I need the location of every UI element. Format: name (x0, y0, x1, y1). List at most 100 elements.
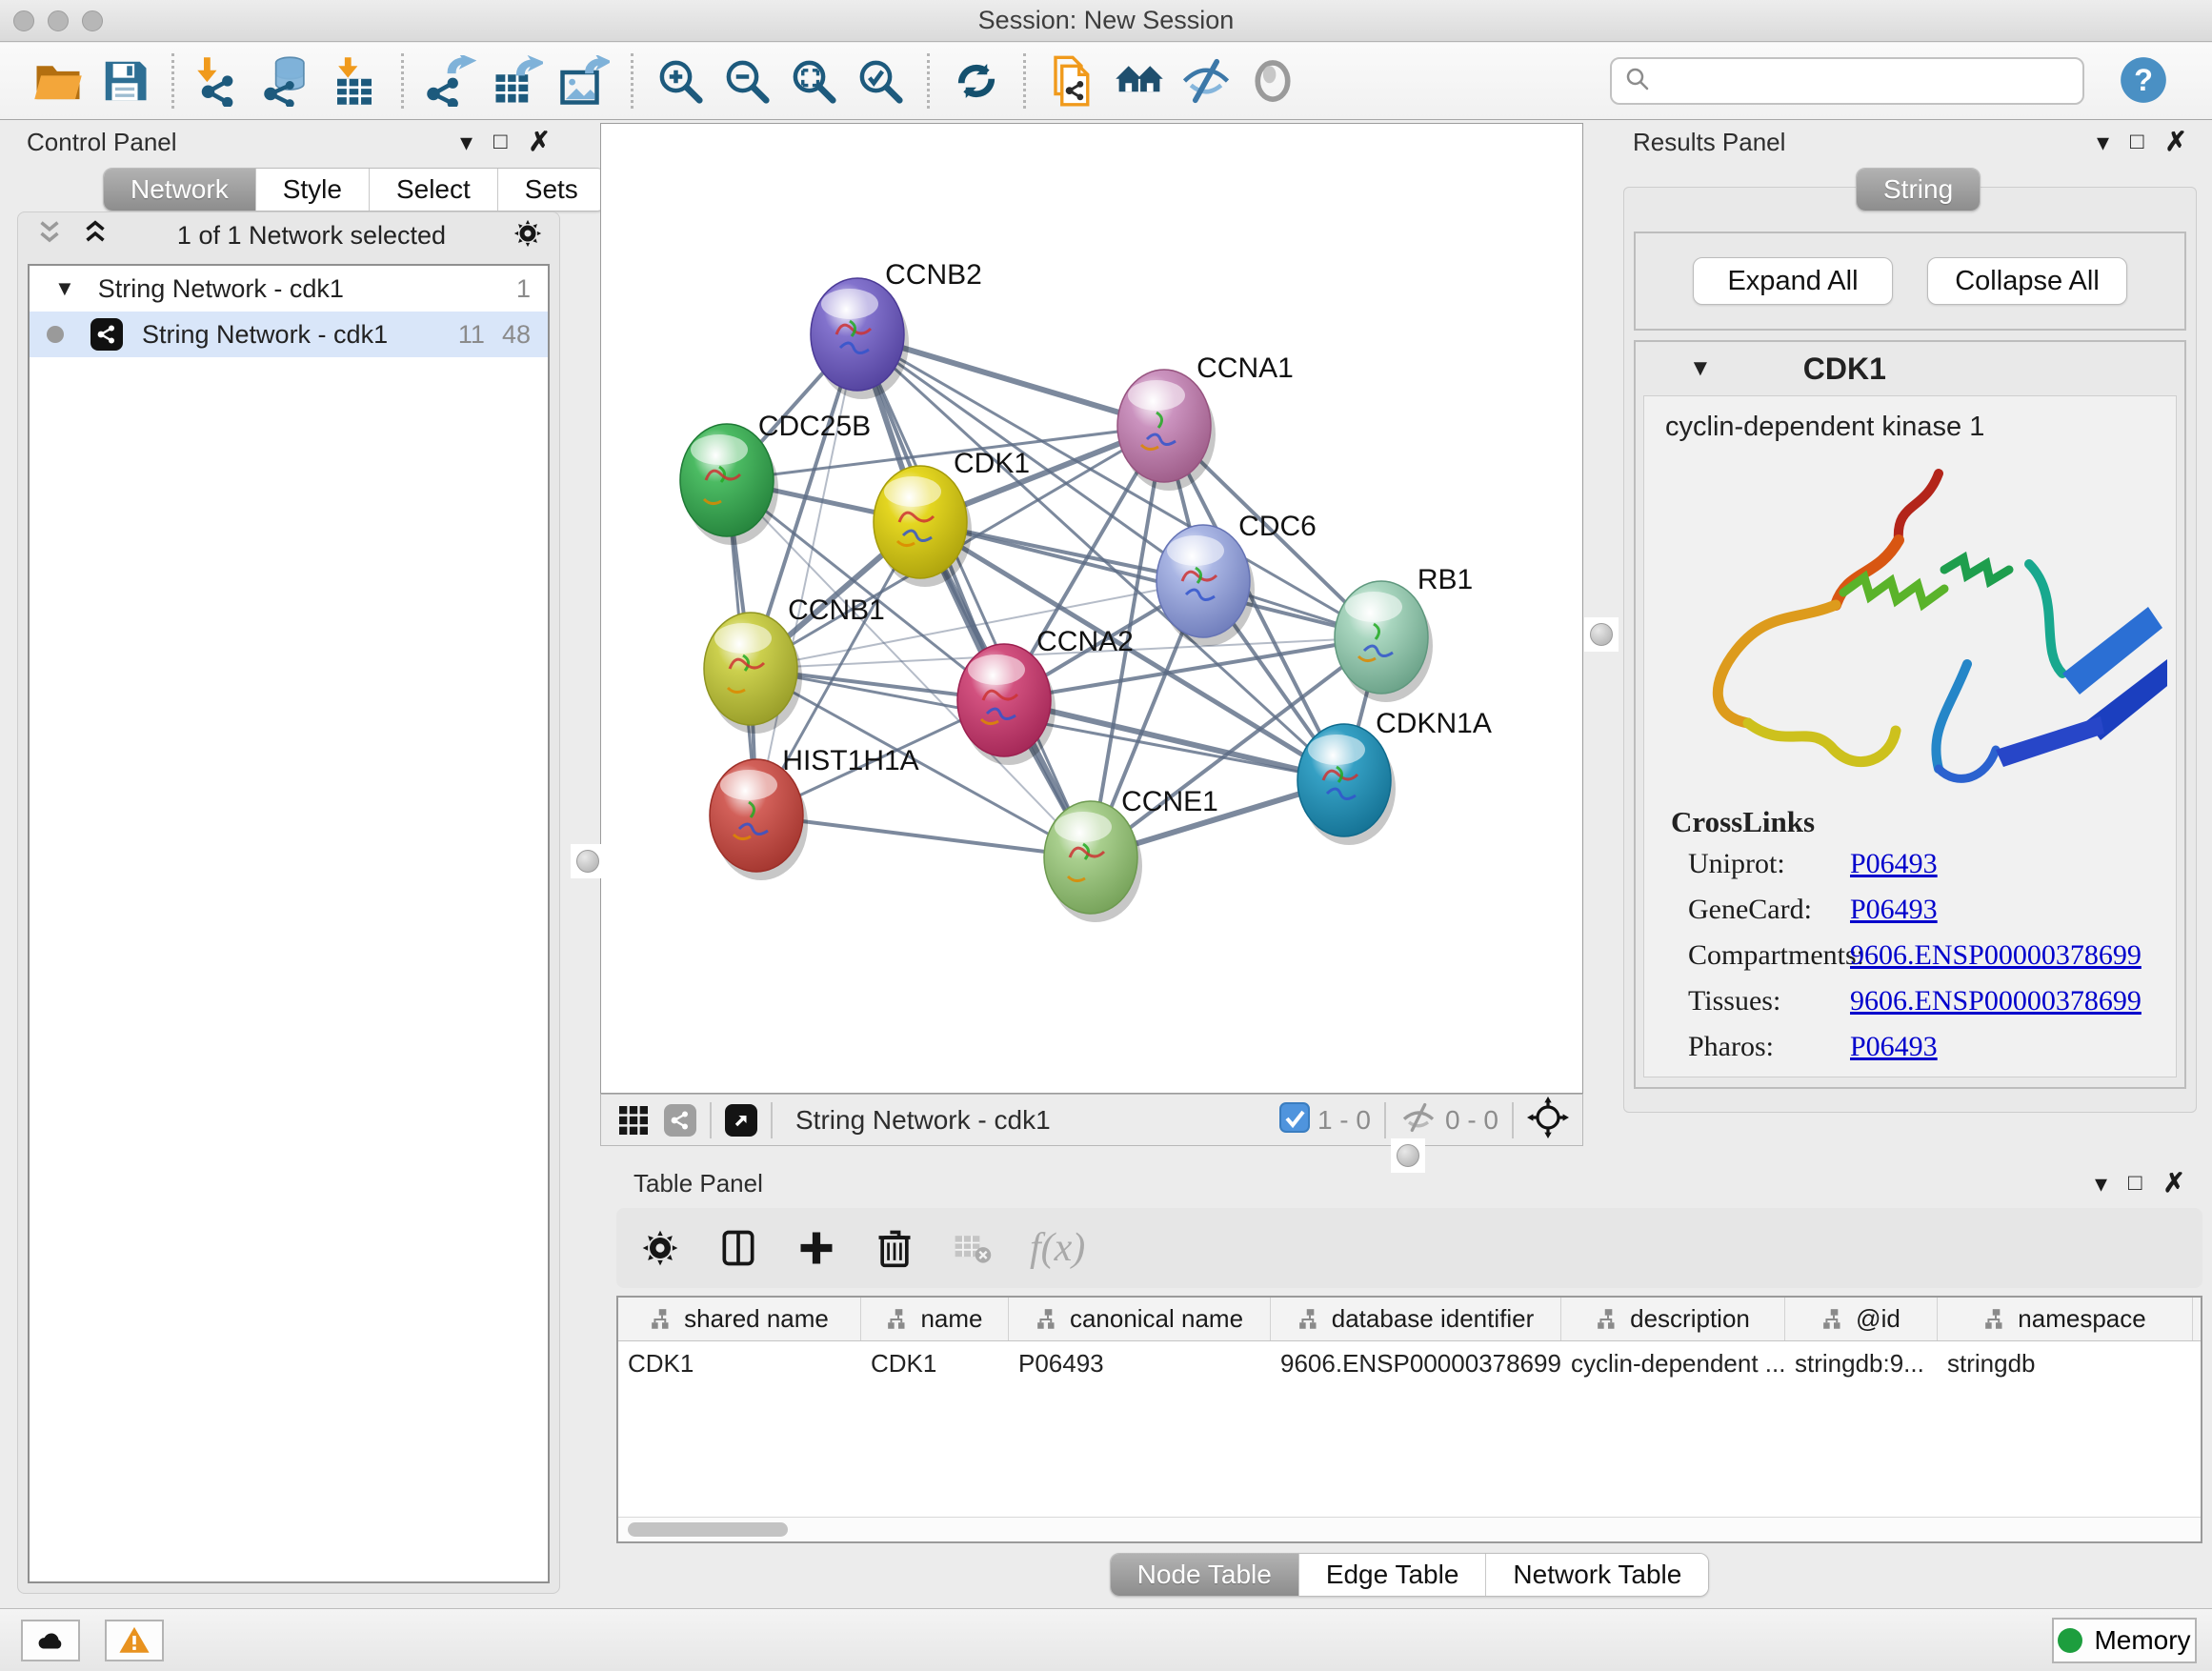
scrollbar-thumb[interactable] (628, 1522, 788, 1537)
column-header-canonical-name[interactable]: canonical name (1009, 1298, 1271, 1340)
close-panel-icon[interactable]: ✗ (2163, 1170, 2185, 1197)
network-collection-row[interactable]: ▼ String Network - cdk1 1 (30, 266, 548, 312)
table-cell: cyclin-dependent ... (1561, 1341, 1785, 1385)
save-session-button[interactable] (91, 50, 158, 111)
show-columns-button[interactable] (717, 1227, 759, 1269)
collapse-all-networks-icon[interactable] (33, 217, 66, 254)
selected-checkbox-icon[interactable] (1279, 1102, 1310, 1137)
open-session-button[interactable] (25, 50, 91, 111)
import-network-file-button[interactable] (188, 50, 254, 111)
column-header-name[interactable]: name (861, 1298, 1009, 1340)
crosslink-link[interactable]: 9606.ENSP00000378699 (1850, 939, 2142, 972)
tab-style[interactable]: Style (256, 169, 370, 211)
toolbar-separator (171, 53, 174, 109)
import-table-button[interactable] (321, 50, 388, 111)
birdseye-toggle-button[interactable] (1239, 50, 1306, 111)
splitter-handle[interactable] (571, 844, 605, 878)
network-row[interactable]: String Network - cdk1 11 48 (30, 312, 548, 357)
horizontal-scrollbar[interactable] (618, 1517, 2201, 1541)
node-CCNB2[interactable] (811, 278, 909, 399)
node-label-CCNB2: CCNB2 (885, 259, 982, 291)
node-HIST1H1A[interactable] (710, 759, 808, 880)
column-header-shared-name[interactable]: shared name (618, 1298, 861, 1340)
search-input[interactable] (1659, 67, 2071, 96)
tab-node-table[interactable]: Node Table (1111, 1554, 1299, 1596)
node-RB1[interactable] (1335, 581, 1433, 702)
crosslink-link[interactable]: P06493 (1850, 894, 1938, 926)
expand-all-networks-icon[interactable] (79, 217, 111, 254)
zoom-selected-button[interactable] (847, 50, 914, 111)
string-import-button[interactable] (1039, 50, 1106, 111)
memory-button[interactable]: Memory (2052, 1618, 2197, 1663)
close-panel-icon[interactable]: ✗ (2165, 129, 2187, 155)
gene-description: cyclin-dependent kinase 1 (1644, 396, 2176, 443)
crosshair-icon (1527, 1097, 1569, 1138)
tab-network[interactable]: Network (104, 169, 256, 211)
table-settings-button[interactable] (639, 1227, 681, 1269)
node-CCNE1[interactable] (1044, 801, 1142, 922)
export-network-button[interactable] (417, 50, 484, 111)
hide-unhide-button[interactable] (1173, 50, 1239, 111)
export-image-button[interactable] (551, 50, 617, 111)
create-column-button[interactable] (795, 1227, 837, 1269)
help-button[interactable]: ? (2117, 54, 2170, 108)
tab-sets[interactable]: Sets (498, 169, 605, 211)
grid-view-icon[interactable] (614, 1101, 653, 1139)
share-network-icon[interactable] (664, 1104, 696, 1137)
tab-edge-table[interactable]: Edge Table (1299, 1554, 1487, 1596)
network-options-gear-icon[interactable] (512, 217, 544, 254)
expand-all-button[interactable]: Expand All (1693, 257, 1893, 305)
node-CDK1[interactable] (874, 466, 972, 587)
section-expander-icon[interactable]: ▼ (1689, 355, 1712, 382)
crosslink-label: Tissues: (1688, 985, 1850, 1017)
node-label-CDC6: CDC6 (1238, 511, 1317, 542)
node-CDC6[interactable] (1156, 525, 1255, 646)
column-header-database-identifier[interactable]: database identifier (1271, 1298, 1561, 1340)
tab-string[interactable]: String (1857, 169, 1980, 211)
crosslink-link[interactable]: 9606.ENSP00000378699 (1850, 985, 2142, 1017)
float-window-icon[interactable]: □ (493, 131, 508, 153)
zoom-in-button[interactable] (647, 50, 714, 111)
warnings-button[interactable] (105, 1620, 164, 1661)
float-window-icon[interactable]: □ (2128, 1172, 2142, 1195)
network-view-canvas[interactable]: CCNB2CCNA1CDC25BCDK1CDC6RB1CCNB1CCNA2CDK… (600, 123, 1583, 1094)
birdseye-view-icon[interactable] (725, 1104, 757, 1137)
collapse-all-button[interactable]: Collapse All (1927, 257, 2127, 305)
string-home-button[interactable] (1106, 50, 1173, 111)
float-window-icon[interactable]: □ (2130, 131, 2144, 153)
zoom-fit-button[interactable] (780, 50, 847, 111)
delete-column-button[interactable] (874, 1227, 915, 1269)
splitter-handle[interactable] (1584, 617, 1619, 652)
tab-select[interactable]: Select (370, 169, 498, 211)
node-CCNB1[interactable] (704, 613, 802, 734)
column-header-description[interactable]: description (1561, 1298, 1785, 1340)
float-caret-icon[interactable]: ▾ (2095, 1171, 2107, 1196)
gene-section-header[interactable]: ▼ CDK1 (1636, 342, 2184, 395)
import-network-database-button[interactable] (254, 50, 321, 111)
column-header-label: shared name (684, 1304, 829, 1334)
node-CCNA2[interactable] (957, 644, 1056, 765)
node-label-CDK1: CDK1 (954, 448, 1030, 479)
tree-expander-icon[interactable]: ▼ (54, 276, 75, 301)
close-panel-icon[interactable]: ✗ (529, 129, 551, 155)
node-CDKN1A[interactable] (1297, 724, 1396, 845)
control-panel-title: Control Panel (27, 128, 177, 157)
column-header--id[interactable]: @id (1785, 1298, 1938, 1340)
float-caret-icon[interactable]: ▾ (460, 130, 473, 154)
fit-selected-crosshair-icon[interactable] (1527, 1097, 1569, 1143)
zoom-out-button[interactable] (714, 50, 780, 111)
search-box[interactable] (1610, 57, 2084, 105)
tab-network-table[interactable]: Network Table (1486, 1554, 1708, 1596)
table-row[interactable]: CDK1CDK1P064939606.ENSP00000378699cyclin… (618, 1341, 2201, 1385)
crosslink-link[interactable]: P06493 (1850, 848, 1938, 880)
node-CCNA1[interactable] (1117, 370, 1216, 491)
cloud-button[interactable] (21, 1620, 80, 1661)
export-table-button[interactable] (484, 50, 551, 111)
node-CDC25B[interactable] (680, 424, 778, 545)
crosslink-link[interactable]: P06493 (1850, 1031, 1938, 1063)
column-header-namespace[interactable]: namespace (1938, 1298, 2193, 1340)
float-caret-icon[interactable]: ▾ (2097, 130, 2109, 154)
first-neighbors-button[interactable] (943, 50, 1010, 111)
hidden-eye-icon[interactable] (1399, 1098, 1438, 1141)
splitter-handle[interactable] (1391, 1138, 1425, 1173)
